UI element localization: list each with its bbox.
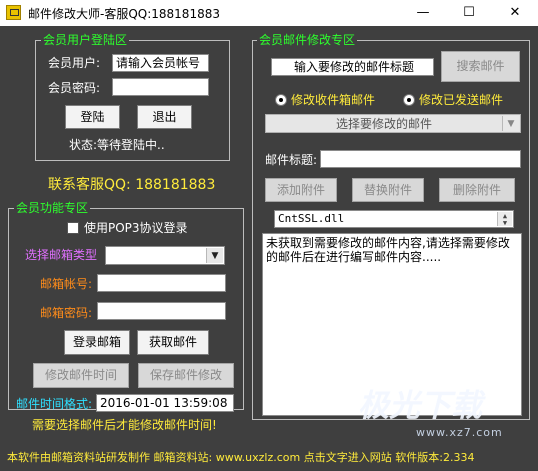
select-mail-value: 选择要修改的邮件 bbox=[335, 117, 432, 131]
time-warning: 需要选择邮件后才能修改邮件时间! bbox=[32, 418, 217, 432]
select-mail-combo[interactable]: 选择要修改的邮件 ▼ bbox=[265, 114, 521, 133]
spin-buttons[interactable]: ▲ ▼ bbox=[497, 212, 512, 227]
close-button[interactable]: ✕ bbox=[492, 0, 538, 26]
radio-dot-icon bbox=[407, 98, 411, 102]
mail-password-label: 邮箱密码: bbox=[40, 306, 93, 320]
search-mail-button[interactable]: 搜索邮件 bbox=[441, 51, 520, 82]
mailbox-type-label: 选择邮箱类型 bbox=[25, 248, 98, 262]
watermark-logo: 极光下载 bbox=[358, 388, 482, 424]
chevron-down-icon[interactable]: ▼ bbox=[502, 116, 519, 131]
inbox-radio[interactable] bbox=[275, 94, 287, 106]
password-input[interactable] bbox=[112, 78, 209, 96]
mail-title-search-input[interactable]: 输入要修改的邮件标题 bbox=[271, 58, 434, 76]
app-envelope-icon bbox=[6, 5, 21, 20]
logout-button[interactable]: 退出 bbox=[137, 105, 192, 129]
subject-input[interactable] bbox=[320, 150, 521, 168]
account-label: 邮箱帐号: bbox=[40, 277, 93, 291]
edit-group-legend: 会员邮件修改专区 bbox=[257, 33, 358, 47]
login-status: 状态:等待登陆中.. bbox=[69, 138, 165, 152]
login-group-legend: 会员用户登陆区 bbox=[41, 33, 130, 47]
save-mail-button[interactable]: 保存邮件修改 bbox=[138, 363, 234, 388]
time-input[interactable]: 2016-01-01 13:59:08 bbox=[96, 394, 234, 412]
subject-label: 邮件标题: bbox=[265, 153, 318, 167]
mailbox-type-select[interactable]: ▼ bbox=[105, 246, 225, 265]
fetch-mail-button[interactable]: 获取邮件 bbox=[137, 330, 209, 355]
mail-password-input[interactable] bbox=[97, 302, 226, 320]
time-format-label: 邮件时间格式: bbox=[16, 397, 93, 411]
login-mailbox-button[interactable]: 登录邮箱 bbox=[64, 330, 130, 355]
attachment-value: CntSSL.dll bbox=[278, 212, 345, 225]
password-label: 会员密码: bbox=[48, 81, 101, 95]
function-group-legend: 会员功能专区 bbox=[14, 201, 91, 215]
pop3-label: 使用POP3协议登录 bbox=[84, 221, 188, 235]
user-label: 会员用户: bbox=[48, 56, 101, 70]
attachment-spinner[interactable]: CntSSL.dll ▲ ▼ bbox=[274, 210, 514, 228]
modify-time-button[interactable]: 修改邮件时间 bbox=[33, 363, 129, 388]
maximize-button[interactable]: ☐ bbox=[446, 0, 492, 26]
user-input[interactable]: 请输入会员帐号 bbox=[112, 54, 209, 72]
spin-down-icon[interactable]: ▼ bbox=[498, 220, 512, 227]
watermark-site: www.xz7.com bbox=[416, 426, 503, 439]
pop3-checkbox[interactable] bbox=[67, 222, 79, 234]
window-title: 邮件修改大师-客服QQ:188181883 bbox=[28, 7, 220, 21]
title-bar: 邮件修改大师-客服QQ:188181883 — ☐ ✕ bbox=[0, 0, 538, 26]
contact-qq: 联系客服QQ: 188181883 bbox=[48, 177, 216, 193]
account-input[interactable] bbox=[97, 274, 226, 292]
chevron-down-icon[interactable]: ▼ bbox=[206, 248, 223, 263]
login-button[interactable]: 登陆 bbox=[65, 105, 120, 129]
add-attachment-button[interactable]: 添加附件 bbox=[265, 178, 337, 202]
minimize-button[interactable]: — bbox=[400, 0, 446, 26]
inbox-radio-label: 修改收件箱邮件 bbox=[291, 93, 376, 107]
radio-dot-icon bbox=[279, 98, 283, 102]
sent-radio-label: 修改已发送邮件 bbox=[419, 93, 504, 107]
delete-attachment-button[interactable]: 删除附件 bbox=[439, 178, 515, 202]
sent-radio[interactable] bbox=[403, 94, 415, 106]
footer-link[interactable]: 本软件由邮箱资料站研发制作 邮箱资料站: www.uxzlz.com 点击文字进… bbox=[7, 451, 474, 465]
mailbox-type-value bbox=[106, 247, 206, 264]
replace-attachment-button[interactable]: 替换附件 bbox=[352, 178, 424, 202]
